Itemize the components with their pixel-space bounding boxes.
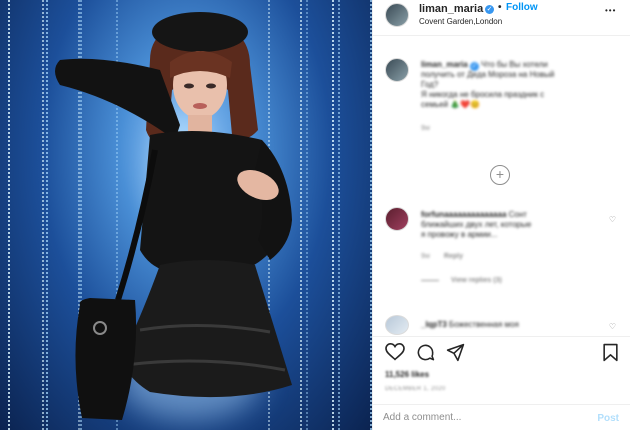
- instagram-post-modal: liman_maria ✓ • Follow Covent Garden,Lon…: [0, 0, 630, 430]
- comment-username[interactable]: forfunaaaaaaaaaaaaaa: [421, 210, 506, 219]
- comment-avatar[interactable]: [385, 207, 409, 231]
- caption-age: 9w: [421, 125, 430, 132]
- author-username[interactable]: liman_maria: [419, 3, 483, 15]
- action-bar: [373, 336, 630, 366]
- post-comment-button[interactable]: Post: [597, 413, 619, 424]
- add-comment-input[interactable]: [383, 412, 583, 423]
- caption: liman_maria ✓ Что бы Вы хотели получить …: [421, 60, 611, 134]
- woman-figure: [55, 12, 292, 420]
- verified-badge-icon: ✓: [485, 5, 494, 14]
- comment-age: 9w: [421, 253, 430, 260]
- comment-item: forfunaaaaaaaaaaaaaa Сонт ближайших двух…: [421, 210, 601, 286]
- comment-text-3: я провожу в армии...: [421, 230, 498, 239]
- comment-icon[interactable]: [416, 343, 435, 362]
- bookmark-icon[interactable]: [602, 343, 619, 362]
- caption-avatar[interactable]: [385, 58, 409, 82]
- comment-text-2: ближайших двух лет, которые: [421, 220, 532, 229]
- comment-text-1: Сонт: [508, 210, 527, 219]
- more-options-icon[interactable]: •••: [605, 6, 616, 15]
- likes-count[interactable]: 11,526 likes: [385, 370, 429, 379]
- comment-2-username[interactable]: _lqpT3: [421, 320, 447, 329]
- comment-reply-button[interactable]: Reply: [444, 253, 463, 260]
- follow-separator: •: [498, 2, 502, 13]
- post-details-panel: liman_maria ✓ • Follow Covent Garden,Lon…: [372, 0, 630, 430]
- caption-text-5: семьей 🎄❤️😊: [421, 100, 481, 109]
- caption-username[interactable]: liman_maria: [421, 60, 468, 69]
- heart-icon[interactable]: [385, 343, 405, 361]
- share-icon[interactable]: [446, 343, 465, 362]
- comment-like-icon[interactable]: ♡: [609, 215, 616, 224]
- load-more-comments-icon[interactable]: +: [490, 165, 510, 185]
- follow-button[interactable]: Follow: [506, 2, 538, 13]
- replies-line: [421, 279, 439, 281]
- caption-text-4: Я никогда не бросила праздник с: [421, 90, 545, 99]
- post-date: DECEMBER 1, 2020: [385, 386, 446, 392]
- add-comment-bar: Post: [373, 404, 630, 430]
- caption-text-2: получить от Деда Мороза на Новый: [421, 70, 555, 79]
- view-replies-button[interactable]: View replies (3): [451, 277, 502, 284]
- caption-text-1: Что бы Вы хотели: [481, 60, 548, 69]
- comment-2-text: Божественная моя: [449, 320, 519, 329]
- author-avatar[interactable]: [385, 3, 409, 27]
- post-photo[interactable]: [0, 0, 372, 430]
- caption-text-3: Год?: [421, 80, 439, 89]
- comment-avatar-2[interactable]: [385, 315, 409, 335]
- comment-item-2: _lqpT3 Божественная моя: [421, 320, 601, 330]
- comment-2-like-icon[interactable]: ♡: [609, 322, 616, 331]
- post-header: liman_maria ✓ • Follow Covent Garden,Lon…: [373, 0, 630, 36]
- post-location[interactable]: Covent Garden,London: [419, 17, 502, 26]
